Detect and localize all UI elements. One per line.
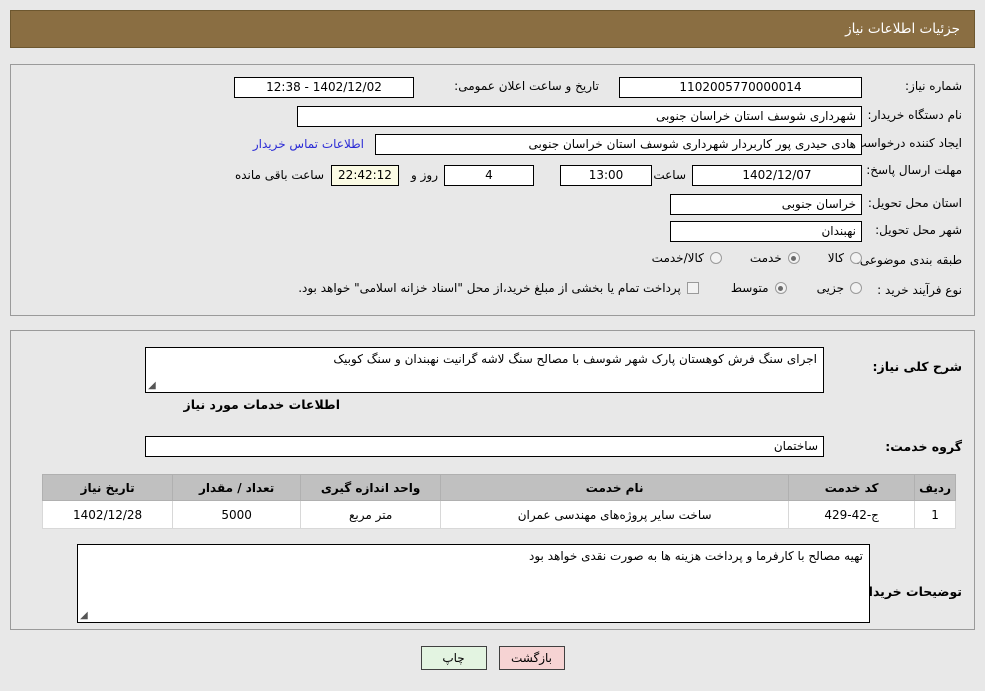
table-header-row: ردیف کد خدمت نام خدمت واحد اندازه گیری ت… bbox=[42, 474, 956, 501]
creator-label-wrap: ایجاد کننده درخواست: bbox=[851, 136, 962, 150]
page-title: جزئیات اطلاعات نیاز bbox=[845, 21, 960, 37]
general-desc-label: شرح کلی نیاز: bbox=[872, 359, 962, 374]
category-radio-2[interactable] bbox=[709, 252, 722, 264]
buyer-notes-textarea[interactable]: تهیه مصالح با کارفرما و پرداخت هزینه ها … bbox=[77, 544, 870, 623]
general-desc-textarea[interactable]: اجرای سنگ فرش کوهستان پارک شهر شوسف با م… bbox=[145, 347, 824, 393]
print-button[interactable]: چاپ bbox=[420, 646, 487, 670]
cell-radif: 1 bbox=[914, 500, 956, 529]
buyer-org-value: شهرداری شوسف استان خراسان جنوبی bbox=[297, 106, 862, 127]
category-radio-group: کالا خدمت کالا/خدمت bbox=[652, 251, 862, 265]
need-details-panel: شرح کلی نیاز: اجرای سنگ فرش کوهستان پارک… bbox=[10, 330, 975, 630]
purchase-type-radio-1[interactable] bbox=[774, 282, 787, 294]
city-label-wrap: شهر محل تحویل: bbox=[875, 223, 962, 237]
need-number-label: شماره نیاز: bbox=[905, 79, 962, 93]
purchase-type-radio-0-label: جزیی bbox=[816, 281, 844, 295]
resize-grip-icon[interactable]: ◣ bbox=[80, 610, 90, 621]
category-label: طبقه بندی موضوعی: bbox=[855, 253, 962, 267]
page-header: جزئیات اطلاعات نیاز bbox=[10, 10, 975, 48]
category-label-wrap: طبقه بندی موضوعی: bbox=[856, 253, 962, 267]
cell-qty: 5000 bbox=[172, 500, 302, 529]
treasury-bond-note: پرداخت تمام یا بخشی از مبلغ خرید،از محل … bbox=[298, 281, 681, 295]
creator-value: هادی حیدری پور کاربردار شهرداری شوسف است… bbox=[375, 134, 862, 155]
deadline-label-wrap: مهلت ارسال پاسخ: تا تاریخ: bbox=[824, 163, 962, 178]
page-root: جزئیات اطلاعات نیاز AriaTender.net شماره… bbox=[0, 0, 985, 691]
col-date: تاریخ نیاز bbox=[42, 474, 174, 501]
days-remaining-label: روز و bbox=[411, 168, 438, 182]
cell-name: ساخت سایر پروژه‌های مهندسی عمران bbox=[440, 500, 790, 529]
city-label: شهر محل تحویل: bbox=[875, 223, 962, 237]
purchase-type-radio-1-label: متوسط bbox=[730, 281, 769, 295]
purchase-type-radio-0[interactable] bbox=[850, 282, 862, 294]
city-value: نهبندان bbox=[670, 221, 862, 242]
col-radif: ردیف bbox=[914, 474, 956, 501]
treasury-bond-checkbox[interactable] bbox=[686, 282, 699, 294]
col-name: نام خدمت bbox=[440, 474, 790, 501]
services-table: ردیف کد خدمت نام خدمت واحد اندازه گیری ت… bbox=[42, 474, 956, 529]
purchase-type-label: نوع فرآیند خرید : bbox=[877, 283, 962, 297]
col-code: کد خدمت bbox=[788, 474, 916, 501]
purchase-type-radio-group: جزیی متوسط پرداخت تمام یا بخشی از مبلغ خ… bbox=[298, 281, 862, 295]
general-desc-value: اجرای سنگ فرش کوهستان پارک شهر شوسف با م… bbox=[333, 352, 817, 366]
button-bar: بازگشت چاپ bbox=[0, 646, 985, 670]
purchase-type-label-wrap: نوع فرآیند خرید : bbox=[877, 283, 962, 297]
service-group-label: گروه خدمت: bbox=[885, 439, 962, 454]
countdown-value: 22:42:12 bbox=[331, 165, 399, 186]
province-label-wrap: استان محل تحویل: bbox=[868, 196, 962, 210]
creator-label: ایجاد کننده درخواست: bbox=[851, 136, 962, 150]
deadline-time-value: 13:00 bbox=[560, 165, 652, 186]
col-qty: تعداد / مقدار bbox=[172, 474, 302, 501]
cell-date: 1402/12/28 bbox=[42, 500, 174, 529]
category-radio-0-label: کالا bbox=[827, 251, 844, 265]
buyer-org-label-wrap: نام دستگاه خریدار: bbox=[868, 108, 963, 122]
back-button[interactable]: بازگشت bbox=[498, 646, 565, 670]
buyer-notes-label: توضیحات خریدار: bbox=[856, 584, 962, 599]
category-radio-1-label: خدمت bbox=[749, 251, 782, 265]
countdown-label: ساعت باقی مانده bbox=[234, 168, 324, 182]
services-section-title: اطلاعات خدمات مورد نیاز bbox=[183, 397, 341, 412]
buyer-notes-value: تهیه مصالح با کارفرما و پرداخت هزینه ها … bbox=[529, 549, 863, 563]
category-radio-2-label: کالا/خدمت bbox=[651, 251, 704, 265]
cell-unit: متر مربع bbox=[300, 500, 442, 529]
need-summary-panel: شماره نیاز: 1102005770000014 تاریخ و ساع… bbox=[10, 64, 975, 316]
announce-label-wrap: تاریخ و ساعت اعلان عمومی: bbox=[454, 79, 599, 93]
category-radio-0[interactable] bbox=[850, 252, 862, 264]
service-group-value: ساختمان bbox=[145, 436, 824, 457]
col-unit: واحد اندازه گیری bbox=[300, 474, 442, 501]
need-number-value: 1102005770000014 bbox=[619, 77, 862, 98]
announce-date-label: تاریخ و ساعت اعلان عمومی: bbox=[454, 79, 599, 93]
need-number-row: شماره نیاز: bbox=[905, 79, 962, 93]
resize-grip-icon[interactable]: ◣ bbox=[148, 380, 158, 391]
province-value: خراسان جنوبی bbox=[670, 194, 862, 215]
category-radio-1[interactable] bbox=[787, 252, 800, 264]
province-label: استان محل تحویل: bbox=[867, 196, 962, 210]
table-row: 1 ج-42-429 ساخت سایر پروژه‌های مهندسی عم… bbox=[42, 500, 956, 529]
days-remaining-value: 4 bbox=[444, 165, 534, 186]
announce-date-value: 1402/12/02 - 12:38 bbox=[234, 77, 414, 98]
buyer-contact-link[interactable]: اطلاعات تماس خریدار bbox=[253, 137, 364, 151]
deadline-date-value: 1402/12/07 bbox=[692, 165, 862, 186]
deadline-hour-label: ساعت bbox=[653, 168, 686, 182]
cell-code: ج-42-429 bbox=[788, 500, 916, 529]
buyer-org-label: نام دستگاه خریدار: bbox=[867, 108, 963, 122]
